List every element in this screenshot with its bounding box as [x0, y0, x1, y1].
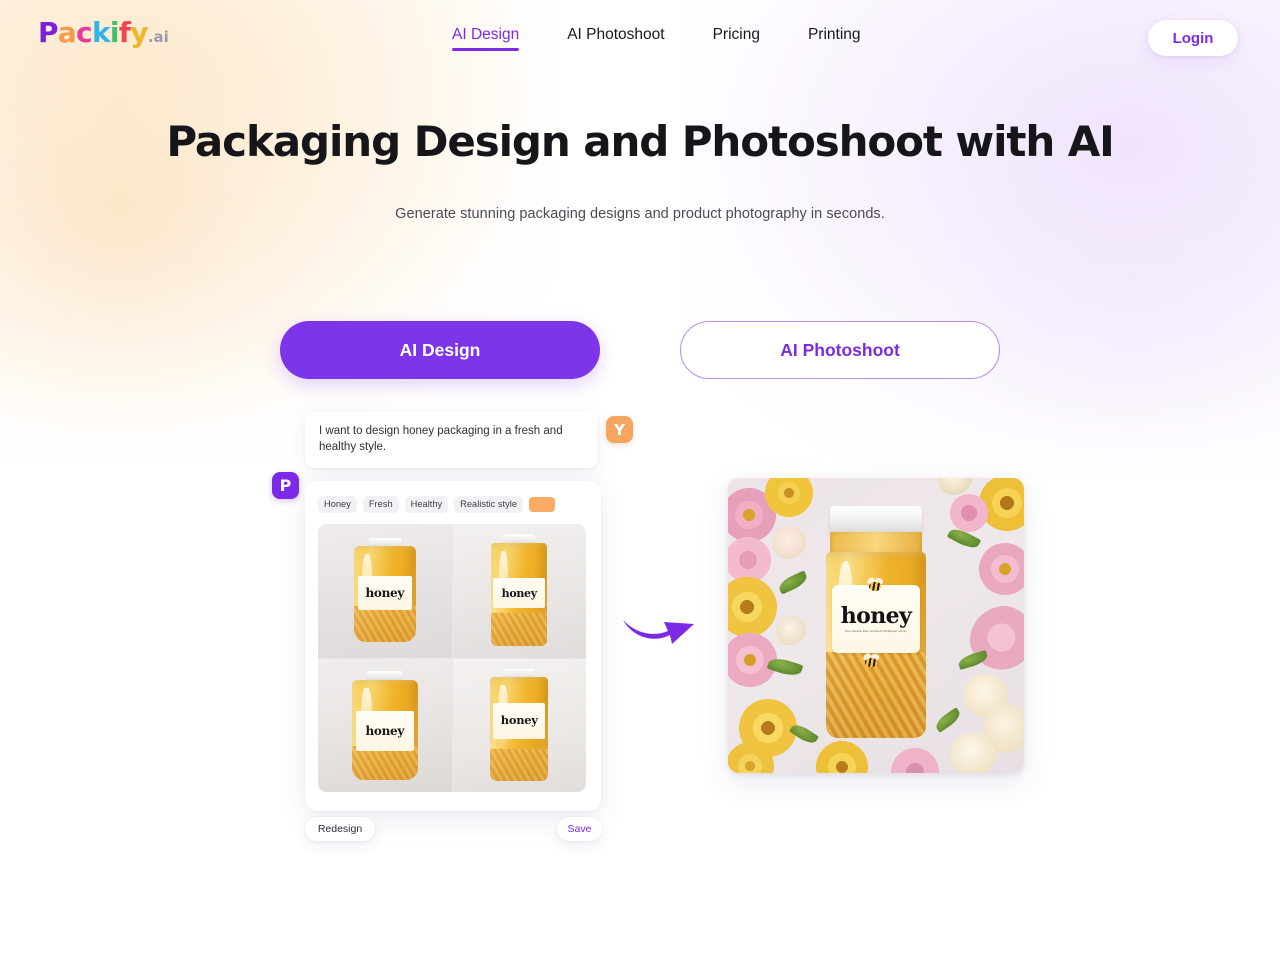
user-avatar: Y — [606, 416, 633, 443]
nav-item-pricing[interactable]: Pricing — [713, 26, 760, 54]
tag-healthy[interactable]: Healthy — [404, 495, 449, 514]
assistant-avatar-initial: P — [279, 475, 292, 495]
thumb-label-text: honey — [365, 586, 405, 600]
nav-item-ai-design[interactable]: AI Design — [452, 26, 520, 54]
logo-letter-c: c — [76, 16, 93, 49]
page-subtitle: Generate stunning packaging designs and … — [395, 206, 885, 222]
tag-realistic-style[interactable]: Realistic style — [454, 495, 524, 514]
site-header: Packify.ai AI Design AI Photoshoot Prici… — [0, 0, 1280, 76]
thumb-label-text: honey — [500, 712, 538, 727]
design-thumbnail-2[interactable]: honey — [452, 524, 586, 658]
cta-button-group: AI Design AI Photoshoot — [280, 321, 1000, 379]
photoshoot-result-image[interactable]: honey Pure Natural Raw Unfiltered Wildfl… — [728, 478, 1024, 773]
design-thumbnail-4[interactable]: honey — [452, 658, 586, 792]
save-button[interactable]: Save — [557, 817, 602, 841]
thumb-label-text: honey — [365, 723, 405, 738]
tag-honey[interactable]: Honey — [318, 495, 357, 514]
logo-letter-p: P — [38, 16, 59, 49]
tag-fresh[interactable]: Fresh — [362, 495, 399, 514]
login-button[interactable]: Login — [1148, 20, 1238, 56]
main-navigation: AI Design AI Photoshoot Pricing Printing — [452, 26, 861, 54]
user-message-bubble: I want to design honey packaging in a fr… — [305, 412, 598, 468]
thumb-label-text: honey — [501, 586, 538, 600]
logo-letter-y: y — [130, 16, 148, 49]
honey-label-text: honey — [840, 602, 912, 629]
honey-label-subtext: Pure Natural Raw Unfiltered Wildflower H… — [845, 629, 907, 633]
logo-letter-f: f — [118, 16, 131, 49]
page-title: Packaging Design and Photoshoot with AI — [166, 117, 1114, 166]
design-thumbnail-3[interactable]: honey — [318, 658, 452, 792]
nav-item-ai-photoshoot[interactable]: AI Photoshoot — [567, 26, 664, 54]
bee-icon-bottom — [862, 652, 880, 668]
ai-design-button[interactable]: AI Design — [280, 321, 600, 379]
logo-suffix: .ai — [147, 28, 169, 46]
prompt-tag-row: Honey Fresh Healthy Realistic style — [318, 495, 588, 514]
logo-letter-i: i — [109, 16, 120, 49]
brand-logo[interactable]: Packify.ai — [38, 19, 169, 47]
honey-jar-product: honey Pure Natural Raw Unfiltered Wildfl… — [824, 506, 928, 738]
assistant-result-card: Honey Fresh Healthy Realistic style hone… — [305, 481, 601, 811]
ai-photoshoot-button[interactable]: AI Photoshoot — [680, 321, 1000, 379]
bee-icon-top — [866, 576, 884, 592]
logo-letter-k: k — [91, 16, 111, 49]
honey-jar-label: honey Pure Natural Raw Unfiltered Wildfl… — [832, 584, 920, 653]
redesign-button[interactable]: Redesign — [305, 817, 375, 841]
design-thumbnail-1[interactable]: honey — [318, 524, 452, 658]
assistant-avatar: P — [272, 472, 299, 499]
color-swatch-orange[interactable] — [529, 497, 556, 512]
design-result-grid: honey honey honey honey — [318, 524, 586, 792]
flow-arrow-icon — [620, 600, 700, 646]
logo-letter-a: a — [57, 16, 77, 49]
page-root: Packify.ai AI Design AI Photoshoot Prici… — [0, 0, 1280, 960]
nav-item-printing[interactable]: Printing — [808, 26, 861, 54]
